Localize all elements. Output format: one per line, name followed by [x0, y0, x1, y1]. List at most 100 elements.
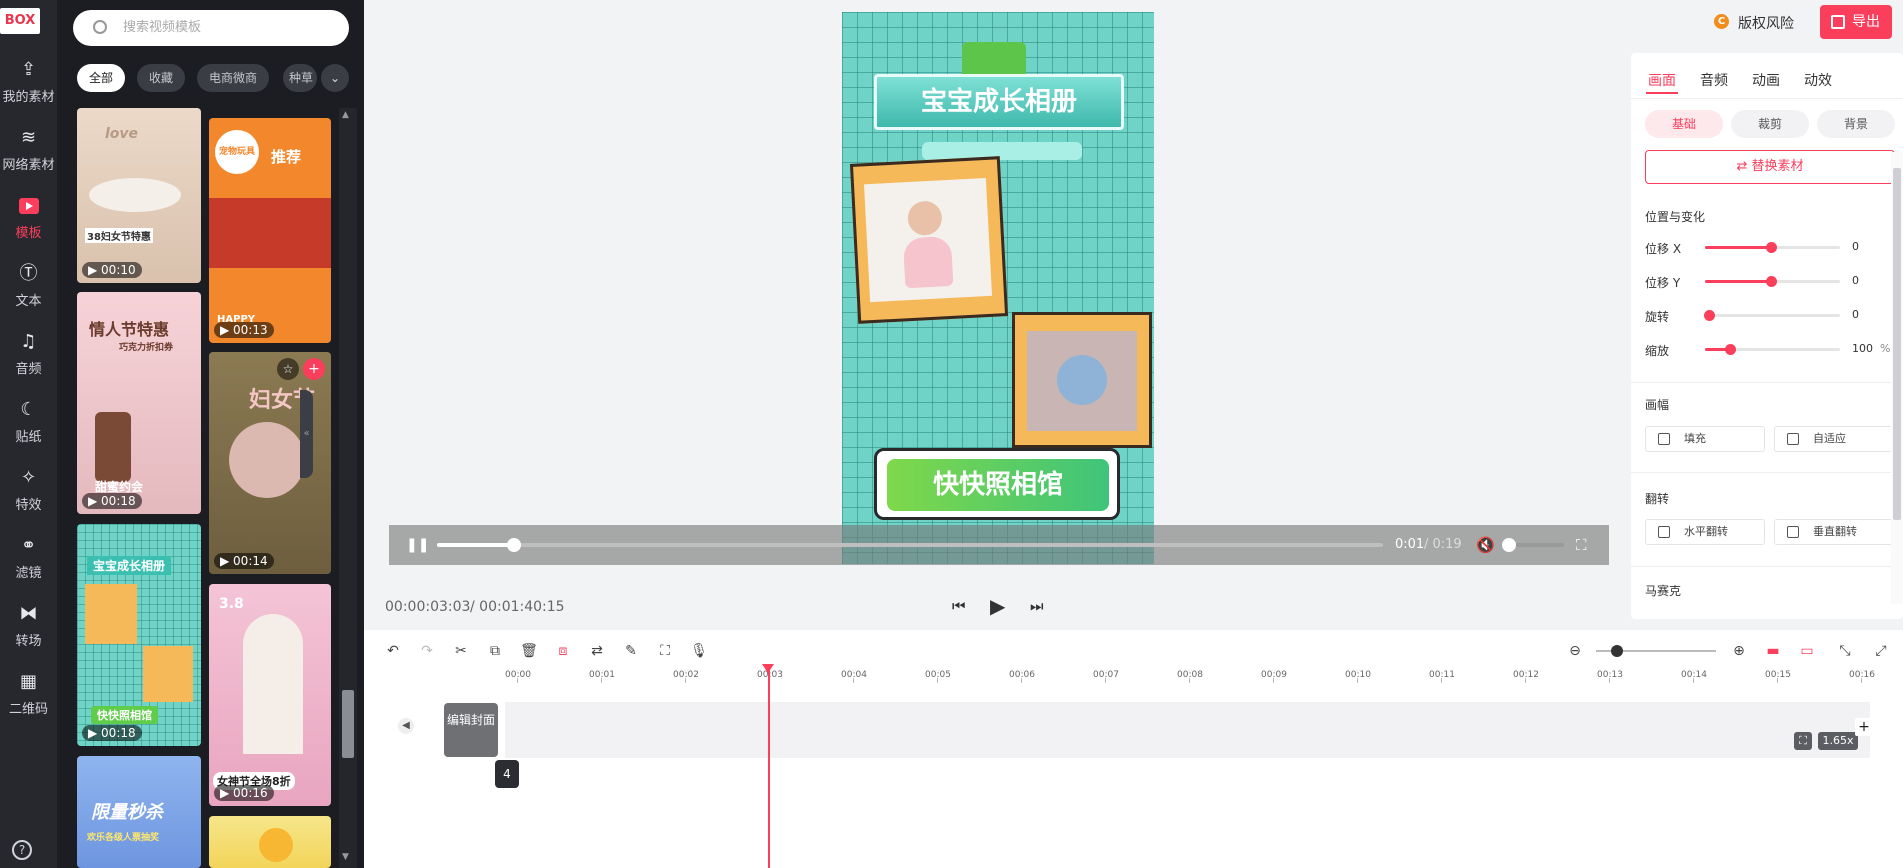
- edit-icon[interactable]: ✎: [620, 640, 642, 662]
- template-thumb-7[interactable]: 限量秒杀 欢乐各级人票抽奖: [77, 756, 201, 868]
- progress-knob[interactable]: [507, 538, 521, 552]
- sticker-icon: ☾: [20, 399, 37, 420]
- replace-material-button[interactable]: ⇄ 替换素材: [1645, 150, 1895, 184]
- fullscreen-icon[interactable]: ⛶: [1576, 536, 1587, 554]
- volume-knob[interactable]: [1502, 538, 1516, 552]
- mute-icon[interactable]: 🔇: [1476, 536, 1495, 554]
- undo-icon[interactable]: ↶: [382, 640, 404, 662]
- slider-offset-x[interactable]: [1705, 242, 1840, 253]
- scroll-up-icon[interactable]: ▲: [342, 110, 349, 120]
- photo-frame-graphic: [143, 646, 193, 702]
- search-input[interactable]: 搜索视频模板: [73, 10, 349, 46]
- edit-cover-button[interactable]: 编辑封面: [444, 703, 498, 757]
- pause-icon[interactable]: ❚❚: [406, 537, 429, 553]
- subtab-basic[interactable]: 基础: [1645, 110, 1723, 138]
- slider-knob[interactable]: [1766, 242, 1777, 253]
- ruler-tick: [1777, 678, 1778, 683]
- video-track[interactable]: [505, 702, 1870, 758]
- slider-knob[interactable]: [1766, 276, 1777, 287]
- track-volume-icon[interactable]: ◀: [398, 718, 414, 734]
- nav-item-my-assets[interactable]: ⇪ 我的素材: [0, 58, 57, 116]
- video-preview-canvas[interactable]: 宝宝成长相册 快快照相馆: [842, 12, 1154, 564]
- template-thumb-3[interactable]: 情人节特惠 巧克力折扣券 甜蜜约会 ▶ 00:18: [77, 292, 201, 514]
- nav-item-effects[interactable]: ✧ 特效: [0, 466, 57, 524]
- scroll-down-icon[interactable]: ▼: [342, 852, 349, 862]
- nav-item-network-assets[interactable]: ≋ 网络素材: [0, 126, 57, 184]
- slider-scale[interactable]: [1705, 344, 1840, 355]
- drink-graphic: [95, 412, 131, 482]
- add-template-icon[interactable]: +: [303, 358, 325, 380]
- nav-item-templates[interactable]: 模板: [0, 194, 57, 252]
- tab-motion[interactable]: 动效: [1804, 70, 1832, 90]
- video-progress-bar[interactable]: [437, 538, 1383, 552]
- nav-item-qrcode[interactable]: ▦ 二维码: [0, 670, 57, 728]
- subtab-crop[interactable]: 裁剪: [1731, 110, 1809, 138]
- adaptive-icon: [1787, 433, 1799, 445]
- chip-seeding[interactable]: 种草: [283, 64, 317, 92]
- next-frame-icon[interactable]: ⏭: [1030, 597, 1044, 615]
- scissors-icon[interactable]: ✂: [450, 640, 472, 662]
- value-offset-y[interactable]: 0: [1852, 274, 1859, 287]
- zoom-out-icon[interactable]: ⊖: [1564, 640, 1586, 662]
- crop-clip-icon[interactable]: ⛶: [1794, 732, 1812, 750]
- play-icon[interactable]: ▶: [990, 594, 1005, 618]
- copyright-risk-link[interactable]: 版权风险: [1738, 13, 1794, 33]
- template-thumb-2[interactable]: 宠物玩具 推荐 HAPPY ▶ 00:13: [209, 118, 331, 343]
- ruler-tick: [937, 678, 938, 683]
- flip-horizontal-button[interactable]: 水平翻转: [1645, 519, 1765, 545]
- nav-item-audio[interactable]: ♫ 音频: [0, 330, 57, 388]
- flip-vertical-button[interactable]: 垂直翻转: [1774, 519, 1894, 545]
- template-thumb-5[interactable]: 宝宝成长相册 快快照相馆 ▶ 00:18: [77, 524, 201, 746]
- playhead[interactable]: [768, 666, 770, 868]
- chips-expand-button[interactable]: ⌄: [321, 64, 349, 92]
- nav-item-transitions[interactable]: ⧓ 转场: [0, 602, 57, 660]
- slider-offset-y[interactable]: [1705, 276, 1840, 287]
- template-scrollbar-thumb[interactable]: [342, 690, 354, 758]
- nav-item-filters[interactable]: ⚭ 滤镜: [0, 534, 57, 592]
- delete-icon[interactable]: 🗑: [518, 640, 540, 662]
- microphone-icon[interactable]: 🎙: [688, 640, 710, 662]
- slider-knob[interactable]: [1725, 344, 1736, 355]
- clip-speed-badge[interactable]: 1.65x: [1818, 732, 1858, 750]
- zoom-in-icon[interactable]: ⊕: [1728, 640, 1750, 662]
- value-offset-x[interactable]: 0: [1852, 240, 1859, 253]
- baby-photo-2: [1027, 331, 1137, 431]
- magnet-icon[interactable]: ⧈: [552, 640, 574, 662]
- help-icon[interactable]: ?: [12, 840, 32, 860]
- tab-audio[interactable]: 音频: [1700, 70, 1728, 90]
- expand-icon[interactable]: ⤢: [1870, 640, 1892, 662]
- template-thumb-8[interactable]: [209, 816, 331, 868]
- props-scrollbar-thumb[interactable]: [1893, 168, 1901, 520]
- template-thumb-6[interactable]: 3.8 女神节全场8折 ▶ 00:16: [209, 584, 331, 806]
- tab-animation[interactable]: 动画: [1752, 70, 1780, 90]
- pet-photo: [209, 198, 331, 268]
- slider-knob[interactable]: [1704, 310, 1715, 321]
- chip-ecommerce[interactable]: 电商微商: [197, 64, 270, 92]
- music-icon: ♫: [20, 331, 37, 352]
- swap-icon[interactable]: ⇄: [586, 640, 608, 662]
- track-toggle-icon[interactable]: ▭: [1796, 640, 1818, 662]
- canvas-fill-button[interactable]: 填充: [1645, 426, 1765, 452]
- template-thumb-1[interactable]: love 38妇女节特惠 ▶ 00:10: [77, 108, 201, 283]
- fit-icon[interactable]: ⤡: [1834, 640, 1856, 662]
- subtab-background[interactable]: 背景: [1817, 110, 1895, 138]
- chip-favorites[interactable]: 收藏: [137, 64, 186, 92]
- canvas-adaptive-button[interactable]: 自适应: [1774, 426, 1894, 452]
- nav-item-stickers[interactable]: ☾ 贴纸: [0, 398, 57, 456]
- crop-icon[interactable]: ⛶: [654, 640, 676, 662]
- nav-item-text[interactable]: Ⓣ 文本: [0, 262, 57, 320]
- qrcode-icon: ▦: [19, 671, 37, 692]
- zoom-slider-knob[interactable]: [1611, 645, 1623, 657]
- collapse-panel-button[interactable]: «: [300, 390, 313, 478]
- add-clip-icon[interactable]: +: [1855, 718, 1873, 736]
- star-favorite-icon[interactable]: ☆: [277, 358, 299, 380]
- chip-all[interactable]: 全部: [77, 64, 126, 92]
- prev-frame-icon[interactable]: ⏮: [952, 597, 966, 615]
- value-rotate[interactable]: 0: [1852, 308, 1859, 321]
- split-track-icon[interactable]: ▬: [1762, 640, 1784, 662]
- value-scale[interactable]: 100: [1852, 342, 1873, 355]
- redo-icon[interactable]: ↷: [416, 640, 438, 662]
- tab-picture[interactable]: 画面: [1648, 70, 1676, 90]
- slider-rotate[interactable]: [1704, 310, 1840, 321]
- copy-icon[interactable]: ⧉: [484, 640, 506, 662]
